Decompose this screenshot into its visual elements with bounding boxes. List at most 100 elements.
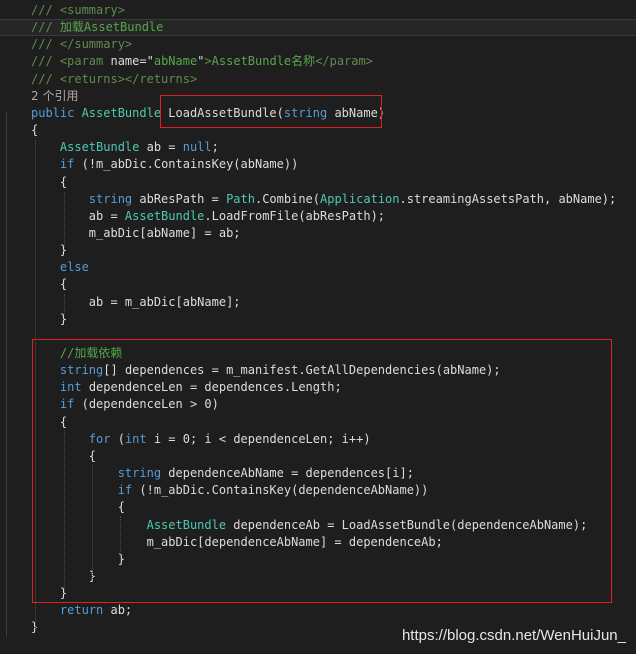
code-line[interactable]: else [0,259,636,276]
code-token: /// [31,20,60,35]
code-token: AssetBundle名称 [211,54,316,69]
code-line[interactable]: if (!m_abDic.ContainsKey(dependenceAbNam… [0,482,636,499]
code-line[interactable]: for (int i = 0; i < dependenceLen; i++) [0,431,636,448]
code-token: int [124,431,154,446]
code-line[interactable]: } [0,568,636,585]
code-line[interactable]: public AssetBundle LoadAssetBundle(strin… [0,105,636,122]
code-token: public [31,105,82,120]
code-token: i = 0; i < dependenceLen; i++) [153,431,371,446]
code-line[interactable]: //加载依赖 [0,345,636,362]
code-token: /// [31,54,60,69]
code-token: ; [211,140,219,155]
code-token: (dependenceLen > 0) [81,397,219,412]
code-token: /// [31,37,60,52]
code-token: .LoadFromFile(abResPath); [204,208,386,223]
code-token: AssetBundle [124,208,205,223]
code-token: abName [153,54,198,69]
code-token: null [182,140,212,155]
code-token: { [31,500,125,515]
code-line[interactable]: } [0,242,636,259]
code-token: <summary> [59,3,125,17]
code-token: <param [59,54,111,69]
code-line[interactable]: { [0,174,636,191]
code-token: { [31,174,68,189]
code-token: abResPath = [139,191,227,206]
code-token: 加载AssetBundle [59,20,164,35]
code-token: { [31,277,68,292]
code-token: Path [226,191,255,206]
code-token: AssetBundle [146,517,234,532]
code-line[interactable]: if (dependenceLen > 0) [0,396,636,413]
code-token: } [31,243,68,258]
code-line[interactable]: string[] dependences = m_manifest.GetAll… [0,362,636,379]
code-token: (!m_abDic.ContainsKey(dependenceAbName)) [139,483,429,498]
code-line[interactable]: { [0,122,636,139]
code-line[interactable]: return ab; [0,602,636,619]
code-token: abName) [334,105,386,120]
indent-guide [64,294,65,314]
code-token: else [59,260,89,275]
code-token: dependenceAb = LoadAssetBundle(dependenc… [233,517,588,532]
code-token: dependenceAbName = dependences[i]; [168,466,414,481]
indent-guide [120,516,121,562]
reference-count-label[interactable]: 2 个引用 [31,89,78,103]
watermark-url: https://blog.csdn.net/WenHuiJun_ [401,627,626,644]
code-line[interactable]: /// 加载AssetBundle [0,19,636,37]
code-line[interactable]: if (!m_abDic.ContainsKey(abName)) [0,156,636,173]
code-token: .streamingAssetsPath, abName); [399,191,617,206]
code-token: Application [320,191,400,206]
code-token: > [204,54,212,69]
code-token: ab = [31,208,125,223]
code-line[interactable]: { [0,414,636,431]
code-line[interactable]: } [0,551,636,568]
code-line[interactable]: { [0,276,636,293]
code-line[interactable]: ab = AssetBundle.LoadFromFile(abResPath)… [0,208,636,225]
code-token: } [31,311,68,326]
code-token: //加载依赖 [59,346,123,360]
indent-guide [64,192,65,247]
code-token: string [59,363,104,378]
code-line[interactable]: m_abDic[dependenceAbName] = dependenceAb… [0,534,636,551]
code-token: int [59,380,89,395]
code-token: string [117,466,169,481]
code-token: ab; [110,603,133,618]
code-line[interactable]: string abResPath = Path.Combine(Applicat… [0,191,636,208]
code-token: for [88,431,118,446]
code-token: (!m_abDic.ContainsKey(abName)) [81,157,299,172]
code-token: } [31,551,125,566]
code-token: ( [117,431,125,446]
code-line[interactable]: { [0,448,636,465]
indent-guide [92,464,93,579]
code-line[interactable]: /// <summary> [0,2,636,19]
code-token: AssetBundle [81,105,169,120]
code-line[interactable]: /// <param name="abName">AssetBundle名称</… [0,53,636,70]
code-line[interactable]: { [0,499,636,516]
code-line[interactable]: 2 个引用 [0,88,636,105]
code-editor[interactable]: /// <summary>/// 加载AssetBundle/// </summ… [0,0,636,654]
code-line[interactable]: ab = m_abDic[abName]; [0,294,636,311]
code-line[interactable]: int dependenceLen = dependences.Length; [0,379,636,396]
code-token: { [31,123,39,138]
code-token: m_abDic[abName] = ab; [31,225,241,240]
code-line[interactable]: string dependenceAbName = dependences[i]… [0,465,636,482]
code-token: ab = [146,140,183,155]
code-token: </param> [315,54,373,69]
code-line[interactable]: AssetBundle ab = null; [0,139,636,156]
code-line[interactable]: AssetBundle dependenceAb = LoadAssetBund… [0,517,636,534]
code-line[interactable] [0,328,636,345]
code-line[interactable]: } [0,585,636,602]
code-token: dependenceLen = dependences.Length; [88,380,342,395]
code-token: if [59,157,82,172]
code-line[interactable]: /// </summary> [0,36,636,53]
code-line[interactable]: } [0,311,636,328]
code-line[interactable]: /// <returns></returns> [0,71,636,88]
code-token: return [59,603,111,618]
code-token: string [283,105,335,120]
code-line[interactable]: m_abDic[abName] = ab; [0,225,636,242]
code-token: [] dependences = m_manifest.GetAllDepend… [103,363,501,378]
code-token: <returns></returns> [59,71,198,86]
code-token: /// [31,3,60,17]
